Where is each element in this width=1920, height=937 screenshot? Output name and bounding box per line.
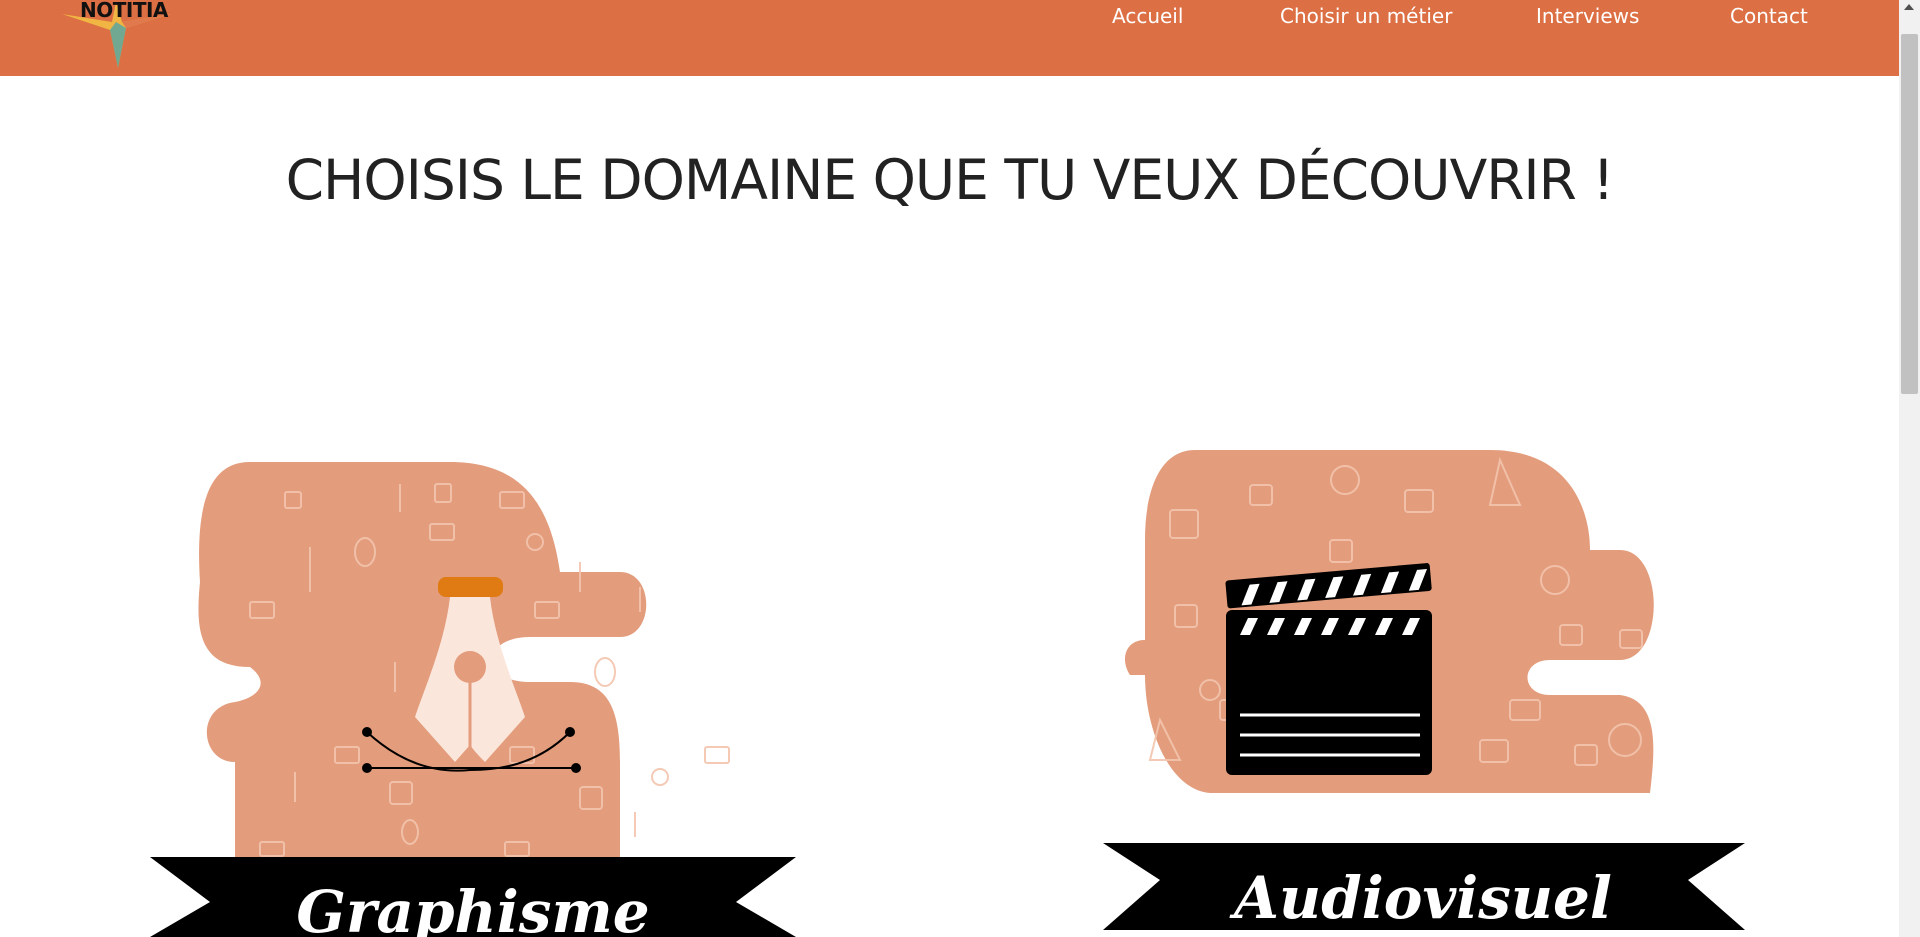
nav-contact[interactable]: Contact xyxy=(1730,4,1808,28)
nav-interviews[interactable]: Interviews xyxy=(1536,4,1639,28)
logo[interactable]: NOTITIA xyxy=(56,0,176,72)
scroll-thumb[interactable] xyxy=(1901,34,1918,394)
site-header: NOTITIA Accueil Choisir un métier Interv… xyxy=(0,0,1899,76)
domain-card-audiovisuel[interactable]: Audiovisuel xyxy=(1100,450,1750,937)
nav-choisir-un-metier[interactable]: Choisir un métier xyxy=(1280,4,1452,28)
page-title: CHOISIS LE DOMAINE QUE TU VEUX DÉCOUVRIR… xyxy=(285,148,1615,212)
audiovisuel-illustration: Audiovisuel xyxy=(1103,450,1745,932)
nav-accueil[interactable]: Accueil xyxy=(1112,4,1183,28)
logo-text: NOTITIA xyxy=(80,0,168,22)
vertical-scrollbar[interactable] xyxy=(1899,0,1920,937)
domain-card-graphisme[interactable]: Graphisme xyxy=(150,462,800,937)
scroll-up-arrow-icon[interactable] xyxy=(1904,4,1914,10)
card-label-audiovisuel: Audiovisuel xyxy=(1229,864,1612,932)
card-label-graphisme: Graphisme xyxy=(296,878,649,937)
graphisme-illustration: Graphisme xyxy=(150,462,796,937)
